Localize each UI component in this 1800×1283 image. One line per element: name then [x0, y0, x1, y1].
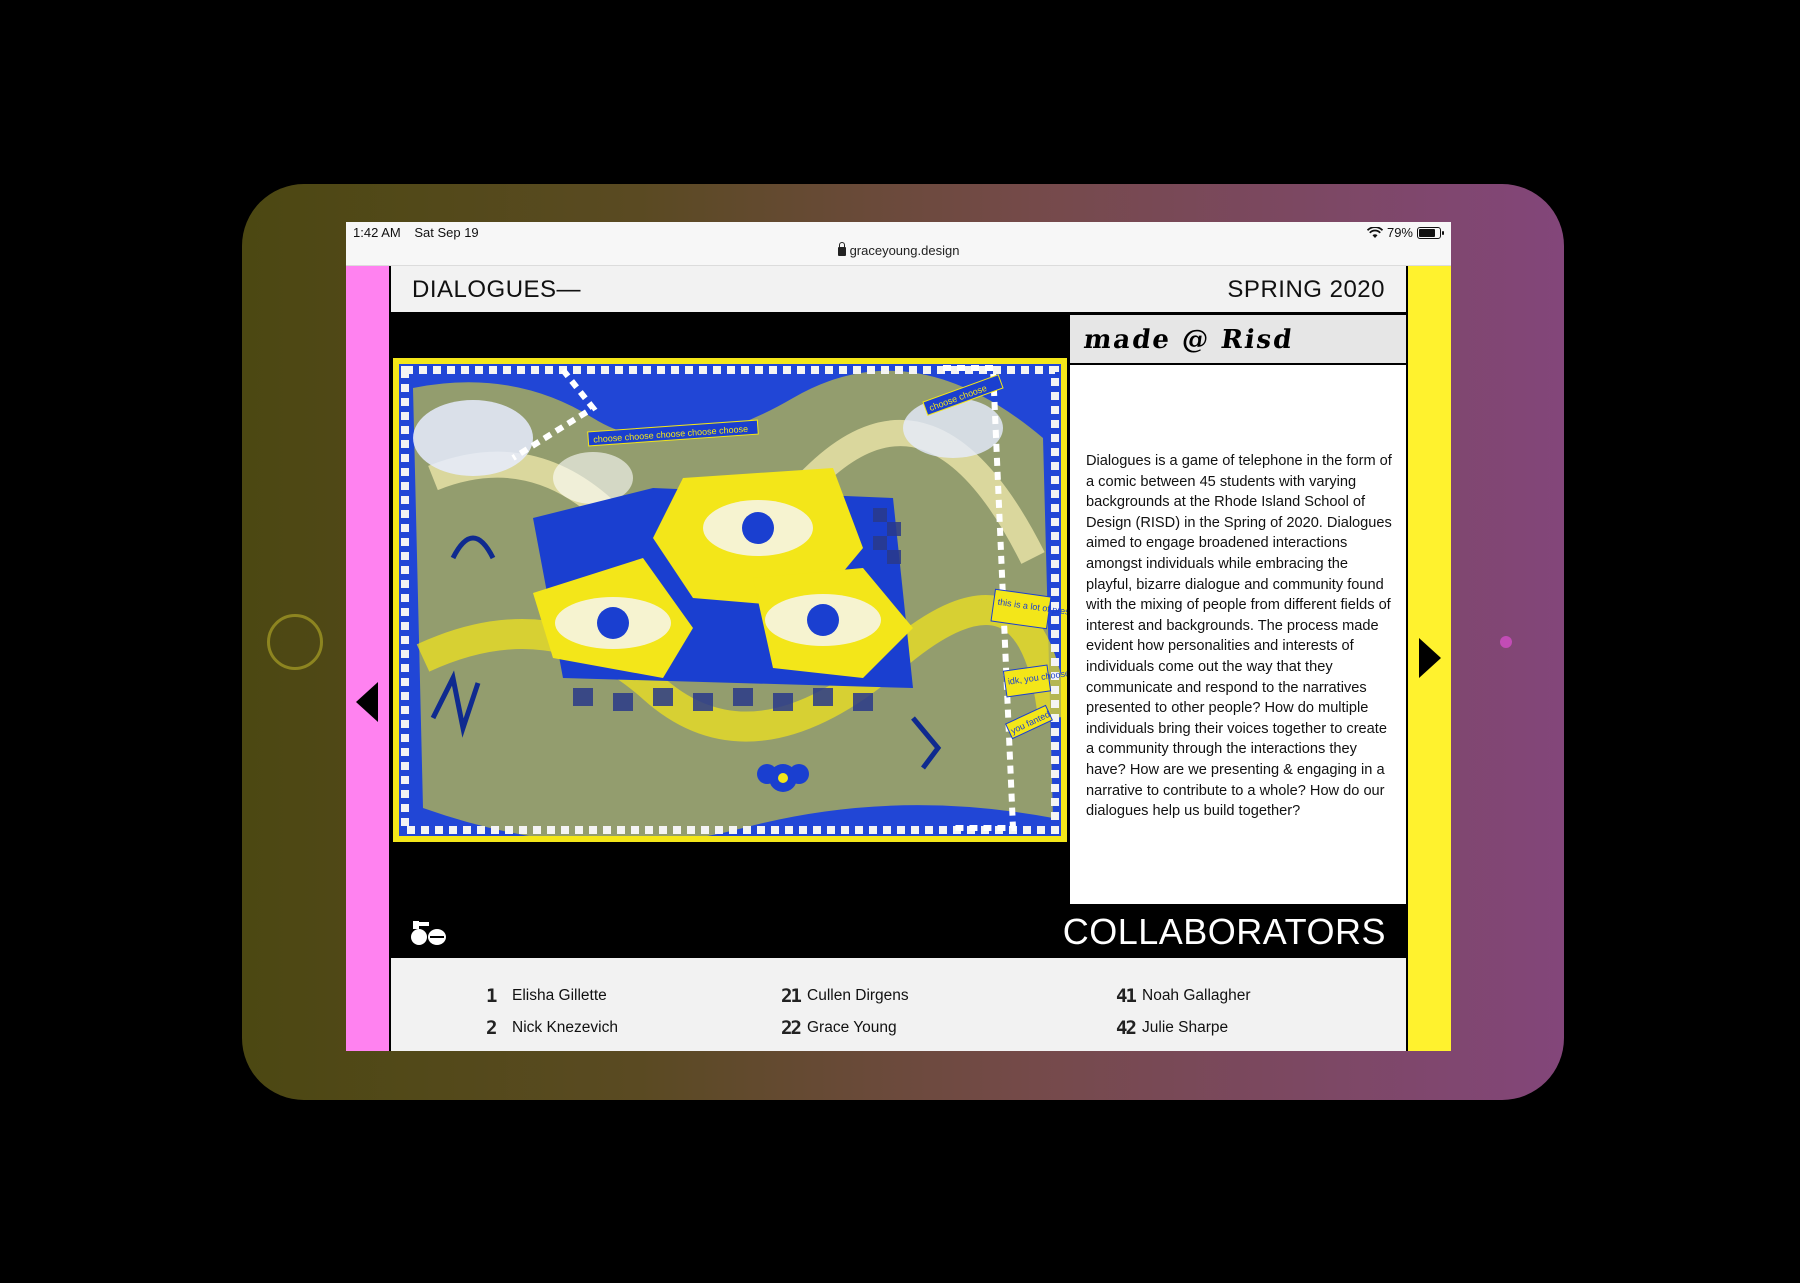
lock-icon [837, 242, 846, 256]
status-date: Sat Sep 19 [414, 225, 479, 240]
battery-percent: 79% [1386, 225, 1413, 240]
list-item: 21 Cullen Dirgens [781, 980, 909, 1012]
collaborator-number: 2 [486, 1017, 497, 1039]
collaborator-number: 42 [1116, 1017, 1137, 1039]
project-description[interactable]: Dialogues is a game of telephone in the … [1086, 451, 1392, 869]
collaborator-name: Julie Sharpe [1142, 1019, 1229, 1036]
address-bar[interactable]: graceyoung.design [346, 242, 1451, 258]
collaborator-name: Grace Young [807, 1019, 897, 1036]
list-item: 22 Grace Young [781, 1012, 909, 1044]
collaborators-list: 1 Elisha Gillette 2 Nick Knezevich 21 Culle… [391, 958, 1406, 1051]
battery-icon [1417, 226, 1444, 239]
home-button[interactable] [267, 614, 323, 670]
wifi-icon [1366, 226, 1383, 238]
collaborators-bar: COLLABORATORS [391, 904, 1406, 958]
project-title: DIALOGUES— [412, 276, 582, 303]
battery-fill [1419, 228, 1435, 237]
collaborators-column-1: 1 Elisha Gillette 2 Nick Knezevich [486, 980, 618, 1044]
url-text: graceyoung.design [849, 243, 960, 258]
project-page: DIALOGUES— SPRING 2020 choose choose cho… [391, 266, 1406, 1051]
made-at-risd-logo: made @ Risd [1081, 325, 1296, 355]
project-season: SPRING 2020 [1227, 276, 1385, 303]
list-item: 2 Nick Knezevich [486, 1012, 618, 1044]
collaborator-name: Nick Knezevich [512, 1019, 618, 1036]
left-rail [346, 266, 391, 1051]
camera-dot [1500, 636, 1512, 648]
collaborator-number: 22 [781, 1017, 802, 1039]
list-item: 41 Noah Gallagher [1116, 980, 1251, 1012]
collaborator-name: Cullen Dirgens [807, 987, 909, 1004]
blob-glyph-icon [411, 921, 446, 945]
status-indicators: 79% [1366, 225, 1444, 240]
info-panel: made @ Risd Dialogues is a game of telep… [1068, 315, 1406, 904]
list-item: 42 Julie Sharpe [1116, 1012, 1251, 1044]
next-arrow-icon[interactable] [1419, 638, 1441, 678]
list-item: 1 Elisha Gillette [486, 980, 618, 1012]
status-time: 1:42 AM [353, 225, 401, 240]
collaborators-column-2: 21 Cullen Dirgens 22 Grace Young [781, 980, 909, 1044]
screen: 1:42 AM Sat Sep 19 79% graceyoung.design… [346, 222, 1451, 1051]
artwork-illustration: choose choose choose choose choose choos… [393, 358, 1067, 842]
panel-header: made @ Risd [1070, 315, 1406, 365]
project-header: DIALOGUES— SPRING 2020 [391, 266, 1406, 314]
collaborator-name: Elisha Gillette [512, 987, 607, 1004]
collaborator-name: Noah Gallagher [1142, 987, 1251, 1004]
collaborator-number: 21 [781, 985, 802, 1007]
collaborators-column-3: 41 Noah Gallagher 42 Julie Sharpe [1116, 980, 1251, 1044]
prev-arrow-icon[interactable] [356, 682, 378, 722]
artwork-image[interactable]: choose choose choose choose choose choos… [393, 358, 1067, 842]
collaborator-number: 1 [486, 985, 497, 1007]
collaborators-title: COLLABORATORS [1062, 911, 1386, 952]
status-clock: 1:42 AM Sat Sep 19 [353, 225, 489, 240]
collaborator-number: 41 [1116, 985, 1137, 1007]
status-bar: 1:42 AM Sat Sep 19 79% graceyoung.design [346, 222, 1451, 266]
